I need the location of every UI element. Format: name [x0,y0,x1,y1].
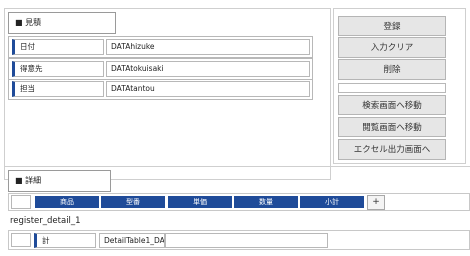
add-row-button[interactable]: + [367,195,385,210]
total-extra-box [165,233,328,248]
customer-label: 得意先 [12,61,104,77]
detail-select-cell[interactable] [11,195,31,209]
search-screen-button[interactable]: 検索画面へ移動 [338,95,446,115]
column-header-product: 商品 [35,196,99,208]
column-header-quantity: 数量 [234,196,298,208]
column-header-subtotal: 小計 [300,196,364,208]
browse-screen-button[interactable]: 閲覧画面へ移動 [338,117,446,137]
staff-field[interactable]: DATAtantou [106,81,310,97]
customer-field[interactable]: DATAtokuisaki [106,61,310,77]
column-header-model: 型番 [101,196,165,208]
blank-input[interactable] [338,83,446,93]
register-detail-text: register_detail_1 [10,216,81,226]
date-field[interactable]: DATAhizuke [106,39,310,55]
total-label: 計 [34,233,96,248]
date-label: 日付 [12,39,104,55]
section-divider [4,166,470,167]
column-header-unit-price: 単価 [168,196,232,208]
estimate-section-title: ■ 見積 [15,18,42,27]
total-select-cell[interactable] [11,233,31,247]
register-button[interactable]: 登録 [338,16,446,36]
detail-section-header: ■ 詳細 [8,170,111,192]
estimate-section-header: ■ 見積 [8,12,116,34]
detail-section-title: ■ 詳細 [15,176,42,185]
total-value-field[interactable]: DetailTable1_DA [99,233,165,248]
excel-export-button[interactable]: エクセル出力画面へ [338,139,446,160]
staff-label: 担当 [12,81,104,97]
delete-button[interactable]: 削除 [338,59,446,80]
clear-button[interactable]: 入力クリア [338,37,446,58]
